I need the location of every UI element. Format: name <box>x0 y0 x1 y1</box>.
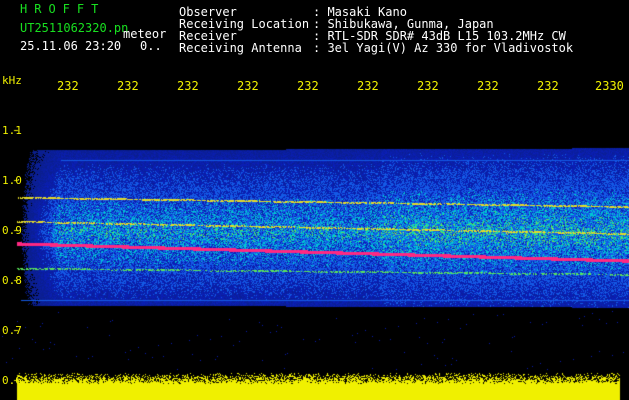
y-tick-label: 1.0 <box>2 174 22 187</box>
x-tick-label: 2330 <box>595 79 624 93</box>
x-tick-label: 232 <box>357 79 379 93</box>
file-date: 25.11.06 23:20 <box>20 39 122 53</box>
y-tick-label: 0.6 <box>2 374 22 387</box>
x-tick-label: 232 <box>57 79 79 93</box>
x-tick-label: 232 <box>297 79 319 93</box>
y-axis-unit-label: kHz <box>2 74 22 87</box>
info-value-antenna: : 3el Yagi(V) Az 330 for Vladivostok <box>313 41 574 55</box>
y-tick-label: 0.8 <box>2 274 22 287</box>
info-key-antenna: Receiving Antenna <box>179 41 302 55</box>
y-tick-label: 0.9 <box>2 224 22 237</box>
file-count: 0.. <box>140 39 162 53</box>
x-tick-label: 232 <box>117 79 139 93</box>
file-name: UT2511062320.pn <box>20 21 129 35</box>
x-tick-label: 232 <box>477 79 499 93</box>
x-tick-label: 232 <box>417 79 439 93</box>
y-tick-label: 0.7 <box>2 324 22 337</box>
x-tick-label: 232 <box>537 79 559 93</box>
app-title: HROFFT <box>20 2 106 16</box>
spectrogram-canvas <box>0 72 629 400</box>
y-tick-label: 1.1 <box>2 124 22 137</box>
x-tick-label: 232 <box>177 79 199 93</box>
x-tick-label: 232 <box>237 79 259 93</box>
